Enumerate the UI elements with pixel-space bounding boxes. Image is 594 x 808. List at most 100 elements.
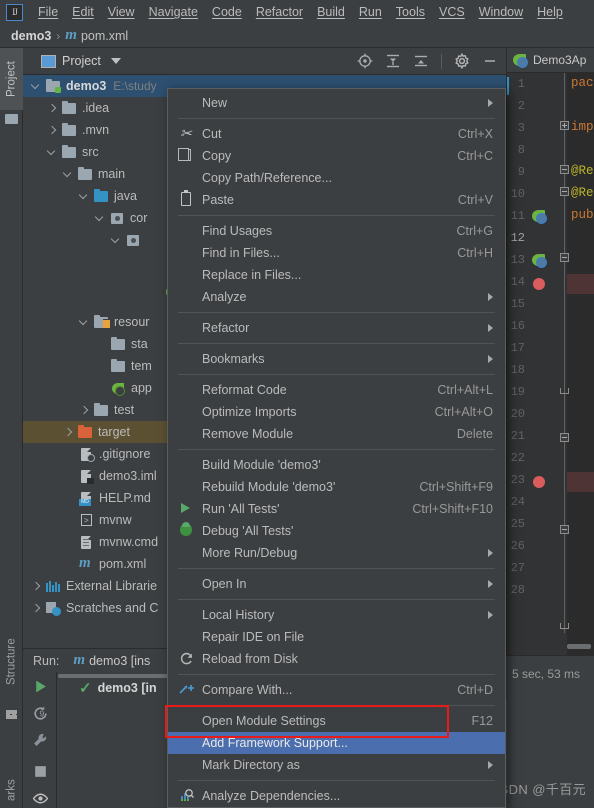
menu-item-bookmarks[interactable]: Bookmarks [168,348,505,370]
chevron-down-icon[interactable] [111,235,122,246]
menu-item-build-module[interactable]: Build Module 'demo3' [168,454,505,476]
menu-item-find-in-files[interactable]: Find in Files... Ctrl+H [168,242,505,264]
menu-item-mark-directory-as[interactable]: Mark Directory as [168,754,505,776]
menu-item-remove-module[interactable]: Remove Module Delete [168,423,505,445]
editor-tab-label[interactable]: Demo3Ap [533,53,586,67]
breadcrumb-separator-icon: › [56,28,61,43]
menu-item-optimize-imports[interactable]: Optimize Imports Ctrl+Alt+O [168,401,505,423]
menu-separator [178,343,495,344]
menu-navigate[interactable]: Navigate [142,3,205,21]
menu-accel: Ctrl+V [457,193,493,207]
fold-collapse-icon[interactable] [560,433,569,442]
menu-tools[interactable]: Tools [389,3,432,21]
menu-item-repair-ide-on-file[interactable]: Repair IDE on File [168,626,505,648]
stop-icon[interactable] [32,763,49,780]
chevron-down-icon[interactable] [95,213,106,224]
run-config-tab[interactable]: demo3 [ins [89,654,150,668]
breakpoint-icon[interactable] [533,476,545,488]
chevron-down-icon[interactable] [63,169,74,180]
locate-icon[interactable] [357,53,373,69]
run-tree-item[interactable]: ✓ demo3 [in [79,678,157,698]
menu-item-replace-in-files[interactable]: Replace in Files... [168,264,505,286]
menu-code[interactable]: Code [205,3,249,21]
line-number: 20 [510,407,525,421]
breakpoint-icon[interactable] [533,278,545,290]
chevron-down-icon[interactable] [79,191,90,202]
fold-expand-icon[interactable] [560,121,569,130]
menu-item-rebuild-module[interactable]: Rebuild Module 'demo3' Ctrl+Shift+F9 [168,476,505,498]
chevron-down-icon[interactable] [79,317,90,328]
menu-item-copy[interactable]: Copy Ctrl+C [168,145,505,167]
code-token: pub [571,208,594,222]
menu-item-more-run-debug[interactable]: More Run/Debug [168,542,505,564]
expand-icon[interactable] [413,53,429,69]
chevron-right-icon[interactable] [63,427,74,438]
menu-item-add-framework-support[interactable]: Add Framework Support... [168,732,505,754]
submenu-arrow-icon [488,611,493,619]
compare-icon [176,681,198,699]
fold-collapse-icon[interactable] [560,253,569,262]
editor-code-area[interactable]: pac imp @Re @Re pub [567,73,594,655]
menu-vcs[interactable]: VCS [432,3,472,21]
menu-item-paste[interactable]: Paste Ctrl+V [168,189,505,211]
menu-run[interactable]: Run [352,3,389,21]
folder-icon [77,166,93,182]
menu-item-analyze[interactable]: Analyze [168,286,505,308]
editor-horizontal-scrollbar[interactable] [567,644,591,649]
rerun-failed-tests-icon[interactable]: 9 [32,705,49,722]
spring-bean-gutter-icon[interactable] [532,254,547,268]
chevron-down-icon[interactable] [110,58,121,64]
none-icon [176,425,198,443]
chevron-right-icon[interactable] [47,103,58,114]
chevron-right-icon[interactable] [31,581,42,592]
menu-item-open-module-settings[interactable]: Open Module Settings F12 [168,710,505,732]
run-tree-label: demo3 [in [97,681,157,695]
menu-edit[interactable]: Edit [65,3,101,21]
cmd-file-icon [78,534,94,550]
chevron-right-icon[interactable] [31,603,42,614]
hide-toolwindow-icon[interactable] [482,53,498,69]
fold-collapse-icon[interactable] [560,187,569,196]
eye-icon[interactable] [32,790,49,807]
chevron-down-icon[interactable] [31,81,42,92]
menu-item-new[interactable]: New [168,92,505,114]
menu-refactor[interactable]: Refactor [249,3,310,21]
editor-gutter[interactable]: 1 2 3 8 9 10 11 12 13 14 15 16 17 18 19 … [507,73,567,655]
menu-item-compare-with[interactable]: Compare With... Ctrl+D [168,679,505,701]
chevron-right-icon[interactable] [79,405,90,416]
spring-bean-gutter-icon[interactable] [532,210,547,224]
fold-collapse-icon[interactable] [560,525,569,534]
menu-item-open-in[interactable]: Open In [168,573,505,595]
menu-item-local-history[interactable]: Local History [168,604,505,626]
settings-wrench-icon[interactable] [32,732,49,749]
chevron-down-icon[interactable] [47,147,58,158]
context-menu[interactable]: New ✂ Cut Ctrl+X Copy Ctrl+C Copy Path/R… [167,88,506,808]
menu-item-copy-path-reference[interactable]: Copy Path/Reference... [168,167,505,189]
menu-item-cut[interactable]: ✂ Cut Ctrl+X [168,123,505,145]
menu-item-debug-all-tests[interactable]: Debug 'All Tests' [168,520,505,542]
none-icon [176,544,198,562]
fold-collapse-icon[interactable] [560,165,569,174]
none-icon [176,381,198,399]
menu-item-find-usages[interactable]: Find Usages Ctrl+G [168,220,505,242]
line-number: 28 [510,583,525,597]
breadcrumb-file[interactable]: pom.xml [81,29,128,43]
menu-help[interactable]: Help [530,3,570,21]
breadcrumb-project[interactable]: demo3 [11,29,51,43]
menu-file[interactable]: File [31,3,65,21]
gear-icon[interactable] [454,53,470,69]
menu-window[interactable]: Window [472,3,530,21]
sidebar-tab-bookmarks[interactable]: arks [0,763,23,808]
rerun-icon[interactable] [32,678,49,695]
chevron-right-icon[interactable] [47,125,58,136]
menu-item-run-all-tests[interactable]: Run 'All Tests' Ctrl+Shift+F10 [168,498,505,520]
menu-item-refactor[interactable]: Refactor [168,317,505,339]
sidebar-tab-structure[interactable]: Structure [0,623,23,701]
menu-item-reload-from-disk[interactable]: Reload from Disk [168,648,505,670]
collapse-all-icon[interactable] [385,53,401,69]
menu-view[interactable]: View [101,3,142,21]
menu-build[interactable]: Build [310,3,352,21]
menu-item-reformat-code[interactable]: Reformat Code Ctrl+Alt+L [168,379,505,401]
menu-item-analyze-dependencies[interactable]: Analyze Dependencies... [168,785,505,807]
sidebar-tab-project[interactable]: Project [0,48,23,110]
